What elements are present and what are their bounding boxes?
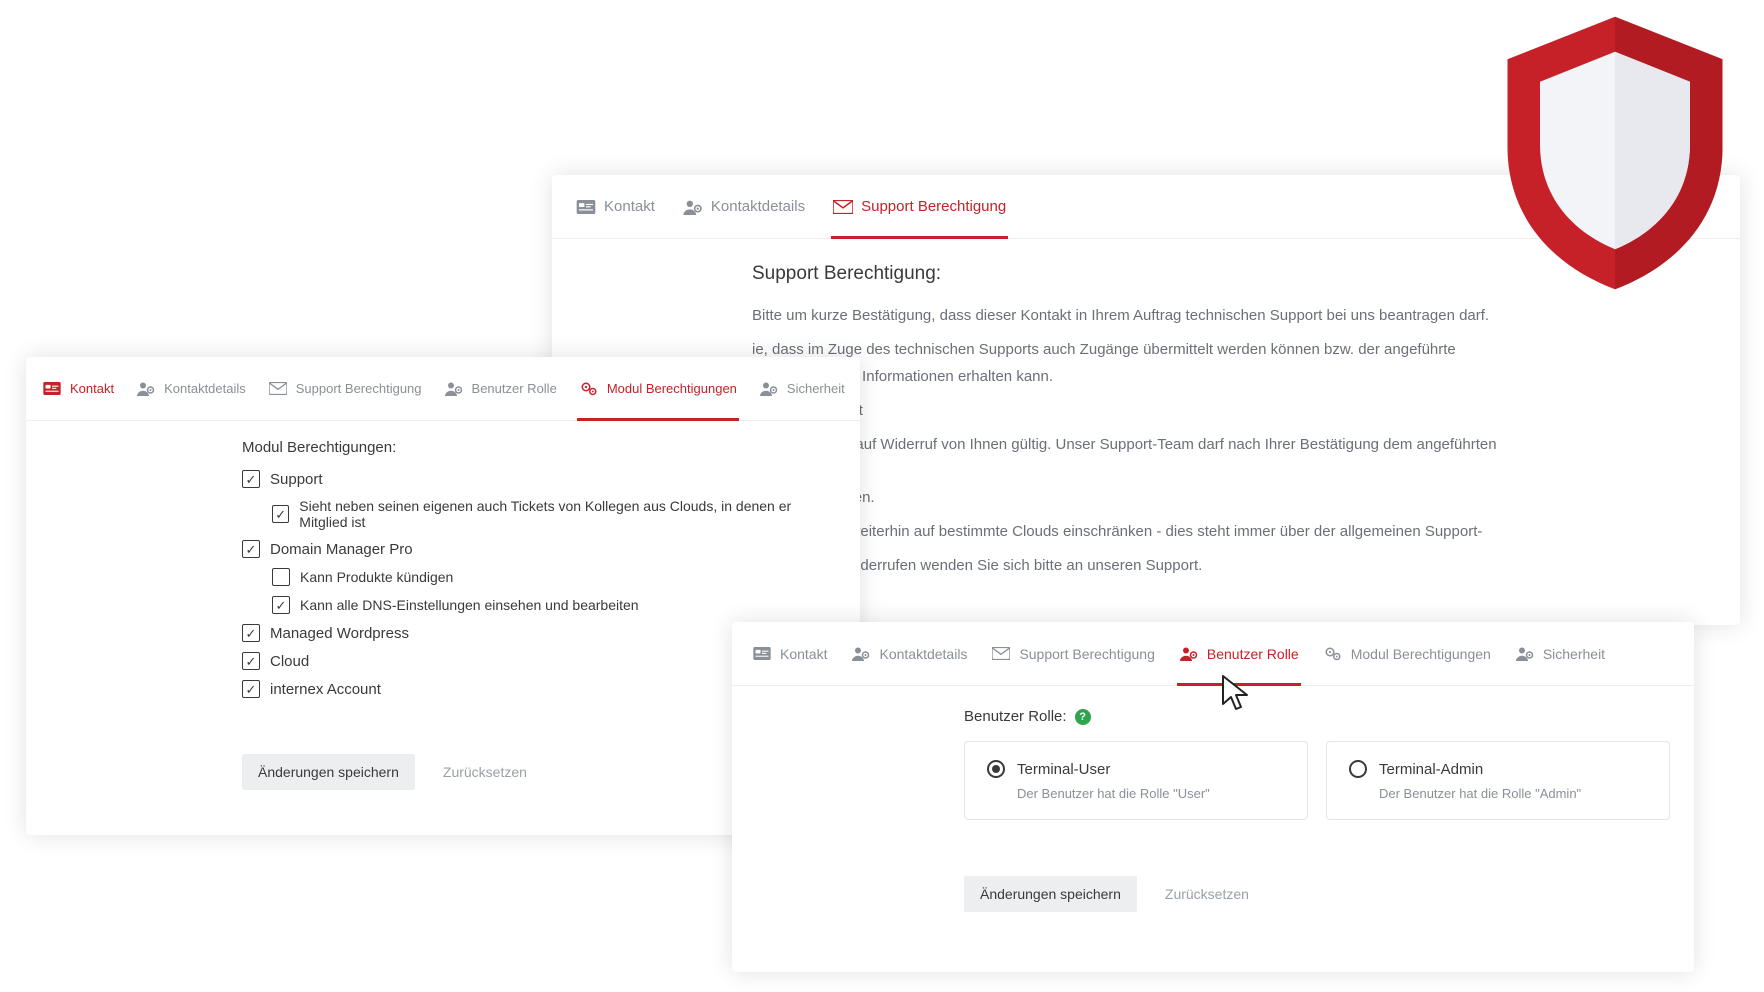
help-icon[interactable]: ? bbox=[1075, 709, 1091, 725]
save-button[interactable]: Änderungen speichern bbox=[242, 754, 415, 790]
tab-kontaktdetails[interactable]: Kontaktdetails bbox=[136, 357, 246, 420]
radio-icon[interactable] bbox=[987, 760, 1005, 778]
tab-label: Support Berechtigung bbox=[1019, 646, 1154, 662]
tab-label: Sicherheit bbox=[1543, 646, 1605, 662]
tab-modul-berechtigungen[interactable]: Modul Berechtigungen bbox=[1323, 622, 1491, 685]
tab-label: Benutzer Rolle bbox=[472, 381, 557, 396]
role-desc: Der Benutzer hat die Rolle "User" bbox=[1017, 786, 1285, 801]
tab-kontakt[interactable]: Kontakt bbox=[752, 622, 827, 685]
tab-label: Support Berechtigung bbox=[296, 381, 422, 396]
support-text-1: Bitte um kurze Bestätigung, dass dieser … bbox=[752, 303, 1540, 329]
perm-label: Managed Wordpress bbox=[270, 625, 409, 642]
tab-label: Modul Berechtigungen bbox=[607, 381, 737, 396]
checkbox-icon[interactable] bbox=[242, 652, 260, 670]
user-gear-icon bbox=[851, 646, 871, 662]
mail-icon bbox=[833, 199, 853, 215]
mail-icon bbox=[268, 381, 288, 397]
tab-label: Kontaktdetails bbox=[879, 646, 967, 662]
shield-icon bbox=[1490, 8, 1740, 298]
gears-icon bbox=[579, 381, 599, 397]
tab-label: Modul Berechtigungen bbox=[1351, 646, 1491, 662]
user-gear-icon bbox=[1179, 646, 1199, 662]
checkbox-icon[interactable] bbox=[272, 505, 289, 523]
radio-icon[interactable] bbox=[1349, 760, 1367, 778]
tab-kontaktdetails[interactable]: Kontaktdetails bbox=[851, 622, 967, 685]
support-text-4a: chtigung ist bis auf Widerruf von Ihnen … bbox=[752, 432, 1540, 485]
checkbox-icon[interactable] bbox=[242, 470, 260, 488]
perm-domain-manager[interactable]: Domain Manager Pro bbox=[242, 540, 836, 558]
perm-label: Kann Produkte kündigen bbox=[300, 569, 453, 585]
user-gear-icon bbox=[759, 381, 779, 397]
rolle-label: Benutzer Rolle: bbox=[964, 708, 1067, 725]
section-title: Modul Berechtigungen: bbox=[242, 439, 836, 456]
tab-kontakt[interactable]: Kontakt bbox=[576, 175, 655, 238]
tab-kontakt[interactable]: Kontakt bbox=[42, 357, 114, 420]
support-text-2a: ie, dass im Zuge des technischen Support… bbox=[752, 337, 1540, 363]
perm-label: internex Account bbox=[270, 681, 381, 698]
tab-label: Support Berechtigung bbox=[861, 198, 1006, 215]
cursor-icon bbox=[1218, 674, 1254, 714]
reset-button[interactable]: Zurücksetzen bbox=[1165, 886, 1249, 902]
tabbar-modul: Kontakt Kontaktdetails Support Berechtig… bbox=[26, 357, 860, 421]
reset-button[interactable]: Zurücksetzen bbox=[443, 764, 527, 780]
checkbox-icon[interactable] bbox=[242, 680, 260, 698]
perm-label: Sieht neben seinen eigenen auch Tickets … bbox=[299, 498, 836, 530]
perm-label: Kann alle DNS-Einstellungen einsehen und… bbox=[300, 597, 639, 613]
tab-label: Sicherheit bbox=[787, 381, 845, 396]
perm-support-tickets[interactable]: Sieht neben seinen eigenen auch Tickets … bbox=[272, 498, 836, 530]
tab-sicherheit[interactable]: Sicherheit bbox=[759, 357, 845, 420]
user-gear-icon bbox=[683, 199, 703, 215]
tab-kontaktdetails[interactable]: Kontaktdetails bbox=[683, 175, 805, 238]
checkbox-icon[interactable] bbox=[242, 624, 260, 642]
perm-cancel-products[interactable]: Kann Produkte kündigen bbox=[272, 568, 836, 586]
support-text-4b: ngen weiterhelfen. bbox=[752, 485, 1540, 511]
tab-label: Kontaktdetails bbox=[164, 381, 246, 396]
perm-label: Support bbox=[270, 471, 323, 488]
checkbox-icon[interactable] bbox=[242, 540, 260, 558]
gears-icon bbox=[1323, 646, 1343, 662]
tab-label: Kontakt bbox=[70, 381, 114, 396]
support-text-6: rechtigung zu widerrufen wenden Sie sich… bbox=[752, 553, 1540, 579]
perm-support[interactable]: Support bbox=[242, 470, 836, 488]
section-title: Support Berechtigung: bbox=[752, 263, 1540, 285]
tab-label: Benutzer Rolle bbox=[1207, 646, 1299, 662]
role-terminal-user[interactable]: Terminal-User Der Benutzer hat die Rolle… bbox=[964, 741, 1308, 820]
checkbox-icon[interactable] bbox=[272, 596, 290, 614]
tab-label: Kontakt bbox=[780, 646, 827, 662]
perm-label: Domain Manager Pro bbox=[270, 541, 413, 558]
tab-modul-berechtigungen[interactable]: Modul Berechtigungen bbox=[579, 357, 737, 420]
card-icon bbox=[576, 199, 596, 215]
user-gear-icon bbox=[136, 381, 156, 397]
save-button[interactable]: Änderungen speichern bbox=[964, 876, 1137, 912]
card-icon bbox=[752, 646, 772, 662]
tab-support-berechtigung[interactable]: Support Berechtigung bbox=[268, 357, 422, 420]
tab-support-berechtigung[interactable]: Support Berechtigung bbox=[991, 622, 1154, 685]
panel-rolle: Kontakt Kontaktdetails Support Berechtig… bbox=[732, 622, 1694, 972]
rolle-label-row: Benutzer Rolle: ? bbox=[964, 708, 1670, 725]
mail-icon bbox=[991, 646, 1011, 662]
role-title: Terminal-User bbox=[1017, 761, 1110, 778]
checkbox-icon[interactable] bbox=[272, 568, 290, 586]
tabbar-rolle: Kontakt Kontaktdetails Support Berechtig… bbox=[732, 622, 1694, 686]
tab-support-berechtigung[interactable]: Support Berechtigung bbox=[833, 175, 1006, 238]
perm-dns-settings[interactable]: Kann alle DNS-Einstellungen einsehen und… bbox=[272, 596, 836, 614]
card-icon bbox=[42, 381, 62, 397]
tab-benutzer-rolle[interactable]: Benutzer Rolle bbox=[444, 357, 557, 420]
user-gear-icon bbox=[1515, 646, 1535, 662]
role-title: Terminal-Admin bbox=[1379, 761, 1483, 778]
support-text-5a: ntakt natürlich weiterhin auf bestimmte … bbox=[752, 519, 1540, 545]
tab-sicherheit[interactable]: Sicherheit bbox=[1515, 622, 1605, 685]
role-desc: Der Benutzer hat die Rolle "Admin" bbox=[1379, 786, 1647, 801]
support-text-2b: zu vertraulichen Informationen erhalten … bbox=[752, 364, 1540, 390]
tab-label: Kontaktdetails bbox=[711, 198, 805, 215]
tab-label: Kontakt bbox=[604, 198, 655, 215]
perm-label: Cloud bbox=[270, 653, 309, 670]
support-text-3: rechtigung erteilt bbox=[752, 398, 1540, 424]
user-gear-icon bbox=[444, 381, 464, 397]
role-terminal-admin[interactable]: Terminal-Admin Der Benutzer hat die Roll… bbox=[1326, 741, 1670, 820]
